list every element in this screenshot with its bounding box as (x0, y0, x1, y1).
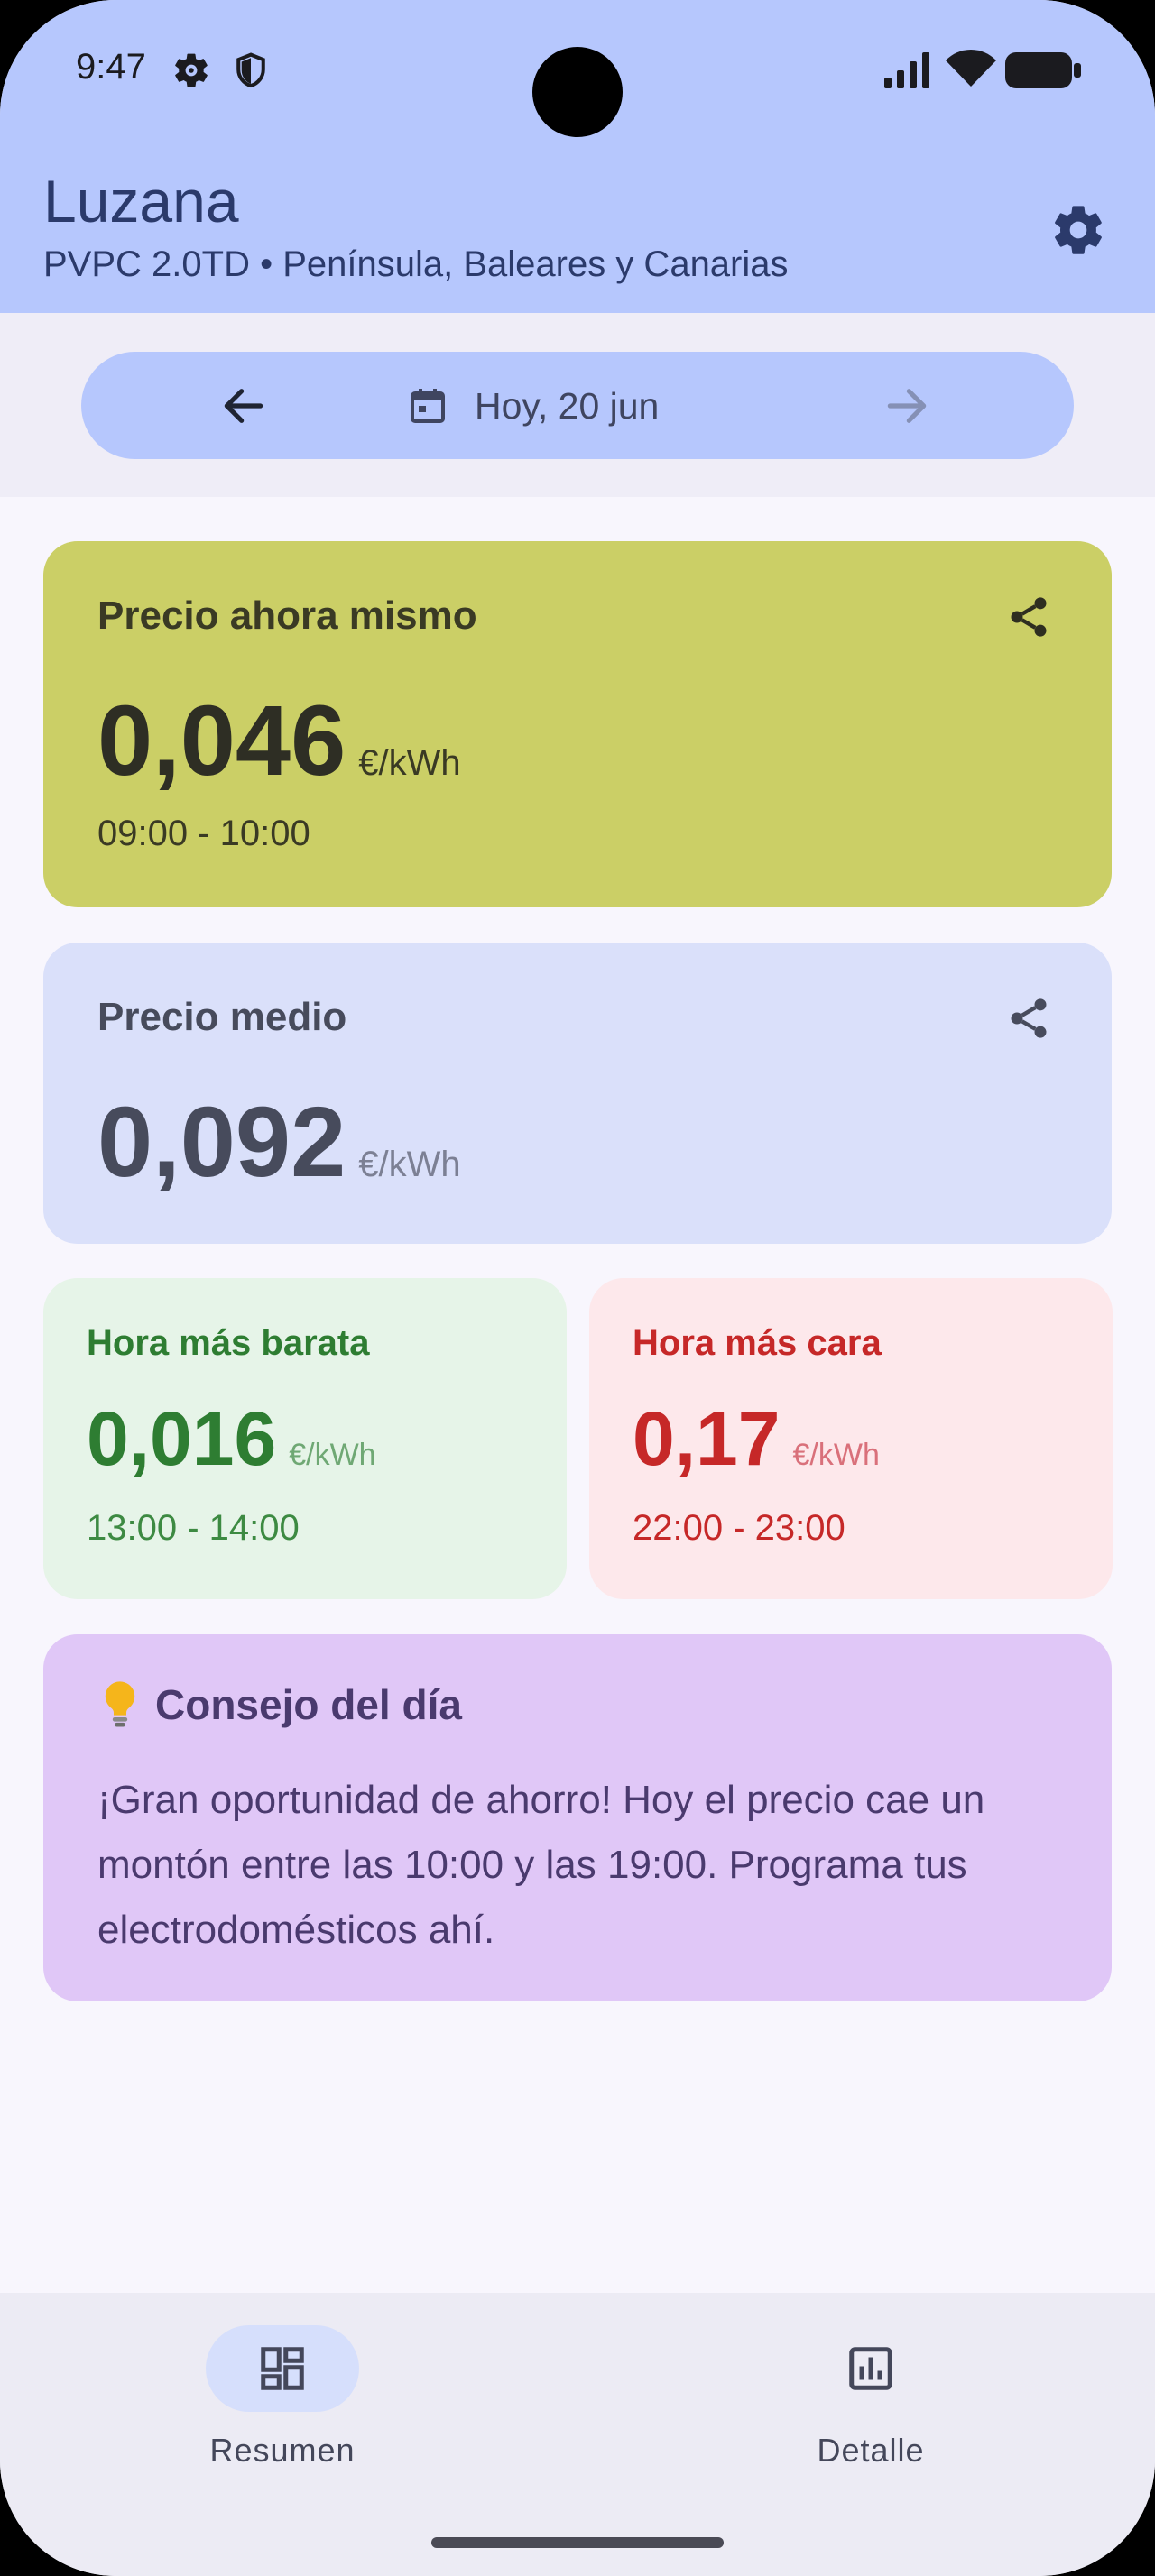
wifi-icon (946, 50, 996, 87)
daily-tip-title: Consejo del día (155, 1681, 462, 1728)
nav-icon-container (794, 2325, 947, 2412)
bar-chart-icon (849, 2347, 892, 2390)
cheapest-hour-value: 0,016 (87, 1396, 277, 1481)
average-price-card: Precio medio 0,092 €/kWh (43, 943, 1112, 1244)
cheapest-hour-unit: €/kWh (289, 1438, 376, 1472)
share-average-price-button[interactable] (1000, 989, 1058, 1047)
most-expensive-hour-value: 0,17 (633, 1396, 781, 1481)
most-expensive-hour-title: Hora más cara (633, 1323, 882, 1363)
date-label: Hoy, 20 jun (475, 384, 660, 427)
current-price-value: 0,046 (97, 685, 346, 796)
gear-icon (175, 53, 208, 87)
most-expensive-hour-range: 22:00 - 23:00 (633, 1508, 845, 1548)
cheapest-hour-range: 13:00 - 14:00 (87, 1508, 300, 1548)
nav-label-detalle: Detalle (817, 2432, 925, 2469)
average-price-title: Precio medio (97, 995, 347, 1039)
cheapest-hour-card: Hora más barata 0,016 €/kWh 13:00 - 14:0… (43, 1278, 567, 1599)
front-camera (532, 47, 623, 137)
arrow-left-icon (224, 389, 263, 423)
previous-day-button[interactable] (208, 370, 280, 442)
current-price-card: Precio ahora mismo 0,046 €/kWh 09:00 - 1… (43, 541, 1112, 907)
signal-icon (884, 52, 929, 88)
current-price-title: Precio ahora mismo (97, 593, 477, 638)
share-current-price-button[interactable] (1000, 588, 1058, 646)
most-expensive-hour-unit: €/kWh (792, 1438, 880, 1472)
cheapest-hour-title: Hora más barata (87, 1323, 370, 1363)
phone-screen: 9:47 Luzana PVPC 2.0TD • Península, Bale… (0, 0, 1155, 2576)
current-price-unit: €/kWh (358, 743, 461, 783)
daily-tip-text: ¡Gran oportunidad de ahorro! Hoy el prec… (97, 1778, 985, 1952)
calendar-icon (411, 389, 445, 423)
average-price-unit: €/kWh (358, 1145, 461, 1184)
daily-tip-header: Consejo del día (97, 1679, 462, 1730)
daily-tip-card: Consejo del día ¡Gran oportunidad de aho… (43, 1634, 1112, 2001)
average-price-value: 0,092 (97, 1087, 346, 1198)
current-price-range: 09:00 - 10:00 (97, 814, 310, 853)
status-time: 9:47 (76, 47, 146, 87)
dashboard-icon (261, 2347, 304, 2390)
most-expensive-hour-row: 0,17 €/kWh (633, 1395, 880, 1483)
battery-icon (1005, 52, 1081, 88)
app-title: Luzana (43, 168, 239, 235)
date-label-group[interactable]: Hoy, 20 jun (406, 377, 659, 435)
most-expensive-hour-card: Hora más cara 0,17 €/kWh 22:00 - 23:00 (589, 1278, 1113, 1599)
cheapest-hour-row: 0,016 €/kWh (87, 1395, 376, 1483)
nav-item-resumen[interactable]: Resumen (174, 2325, 391, 2470)
average-price-row: 0,092 €/kWh (97, 1085, 461, 1200)
share-icon (1011, 597, 1047, 637)
current-price-row: 0,046 €/kWh (97, 684, 461, 798)
tariff-subtitle: PVPC 2.0TD • Península, Baleares y Canar… (43, 244, 789, 284)
nav-label-resumen: Resumen (209, 2432, 356, 2469)
share-icon (1011, 998, 1047, 1038)
nav-item-detalle[interactable]: Detalle (762, 2325, 979, 2470)
next-day-button[interactable] (871, 370, 943, 442)
bottom-navigation (0, 2293, 1155, 2576)
nav-active-indicator (206, 2325, 359, 2412)
settings-button[interactable] (1042, 194, 1114, 266)
shield-icon (236, 52, 265, 88)
lightbulb-icon (105, 1681, 135, 1727)
arrow-right-icon (887, 389, 927, 423)
gear-icon (1055, 206, 1102, 254)
home-indicator[interactable] (431, 2537, 724, 2548)
